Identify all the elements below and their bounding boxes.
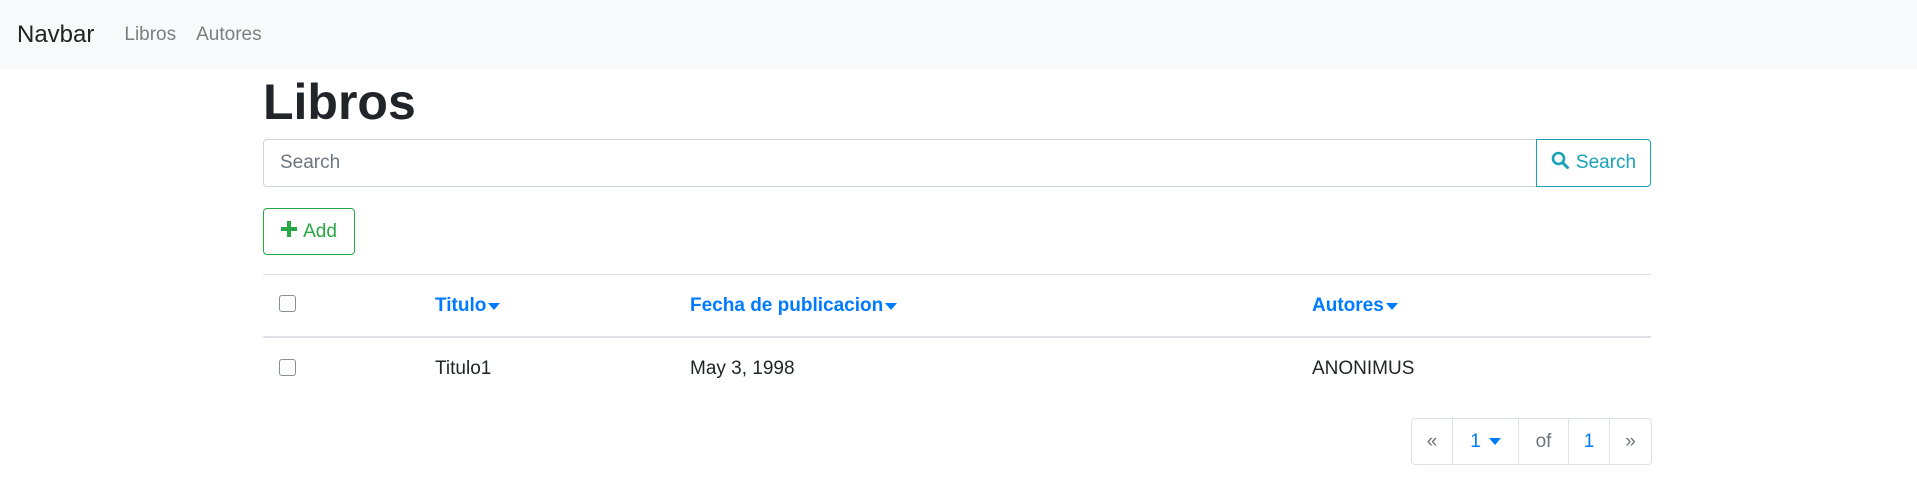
column-header-titulo[interactable]: Titulo bbox=[435, 295, 501, 317]
column-header-label: Fecha de publicacion bbox=[690, 295, 884, 316]
sort-caret-icon bbox=[488, 302, 501, 310]
nav-link-autores[interactable]: Autores bbox=[196, 24, 261, 46]
cell-titulo: Titulo1 bbox=[435, 358, 492, 379]
search-input[interactable] bbox=[263, 139, 1536, 187]
search-button[interactable]: Search bbox=[1536, 139, 1651, 187]
prev-page-button[interactable]: « bbox=[1412, 419, 1453, 464]
cell-fecha: May 3, 1998 bbox=[690, 358, 795, 379]
current-page-dropdown[interactable]: 1 bbox=[1453, 419, 1519, 464]
sort-caret-icon bbox=[1385, 302, 1398, 310]
add-button[interactable]: Add bbox=[263, 208, 355, 255]
column-header-autores[interactable]: Autores bbox=[1312, 295, 1398, 317]
column-header-label: Titulo bbox=[435, 295, 487, 316]
nav-link-libros[interactable]: Libros bbox=[124, 24, 176, 46]
table-header-row: Titulo Fecha de publicacion Autores bbox=[263, 274, 1651, 338]
search-bar: Search bbox=[263, 139, 1651, 187]
row-checkbox[interactable] bbox=[279, 359, 296, 376]
current-page-number: 1 bbox=[1470, 430, 1481, 452]
search-icon bbox=[1551, 151, 1569, 175]
books-table: Titulo Fecha de publicacion Autores Titu… bbox=[263, 274, 1651, 399]
last-page-button[interactable]: 1 bbox=[1569, 419, 1610, 464]
select-all-checkbox[interactable] bbox=[279, 295, 296, 312]
search-button-label: Search bbox=[1575, 152, 1637, 173]
pagination: « 1 of 1 » bbox=[1411, 418, 1652, 465]
navbar-brand[interactable]: Navbar bbox=[17, 21, 94, 49]
next-page-button[interactable]: » bbox=[1610, 419, 1651, 464]
cell-autores: ANONIMUS bbox=[1312, 358, 1415, 379]
chevron-down-icon bbox=[1488, 438, 1501, 445]
plus-icon bbox=[281, 220, 298, 243]
table-row: Titulo1 May 3, 1998 ANONIMUS bbox=[263, 338, 1651, 399]
page-title: Libros bbox=[263, 74, 416, 130]
of-label: of bbox=[1519, 419, 1569, 464]
column-header-fecha[interactable]: Fecha de publicacion bbox=[690, 295, 898, 317]
sort-caret-icon bbox=[885, 302, 898, 310]
column-header-label: Autores bbox=[1312, 295, 1384, 316]
add-button-label: Add bbox=[303, 220, 337, 242]
top-navbar: Navbar Libros Autores bbox=[0, 0, 1917, 69]
